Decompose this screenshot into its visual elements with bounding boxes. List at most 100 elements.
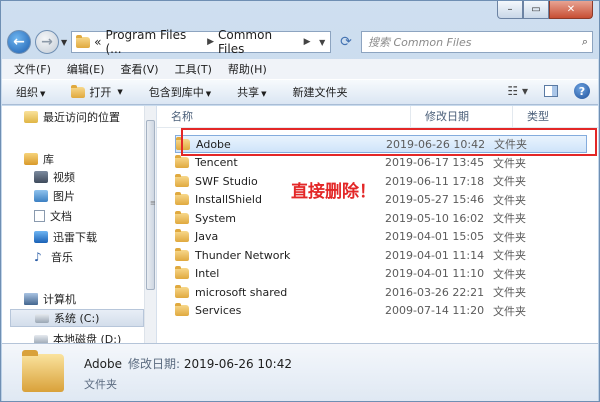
folder-icon: [175, 173, 189, 187]
open-folder-icon: [71, 84, 86, 98]
sidebar-item-label: 图片: [53, 190, 75, 203]
file-name: Tencent: [195, 156, 238, 169]
menu-help[interactable]: 帮助(H): [228, 61, 267, 77]
caption-buttons: – ▭ ✕: [497, 1, 593, 19]
address-bar[interactable]: « Program Files (... ▶ Common Files ▶ ▼: [71, 28, 331, 56]
folder-icon: [175, 210, 189, 224]
table-row[interactable]: InstallShield 2019-05-27 15:46 文件夹: [175, 191, 587, 209]
file-name-cell[interactable]: Intel: [175, 266, 385, 280]
details-type: 文件夹: [84, 377, 117, 391]
file-name: SWF Studio: [195, 174, 258, 188]
navigation-pane: 最近访问的位置 库 视频 图片 文档 迅雷下载 ♪ 音乐 计算机 系统 (C:)…: [2, 106, 157, 343]
folder-icon: [175, 192, 189, 205]
breadcrumb-common-files[interactable]: Common Files: [218, 28, 300, 56]
file-date-cell: 2009-07-14 11:20: [385, 304, 485, 317]
file-name-cell[interactable]: Adobe: [176, 136, 386, 151]
sidebar-item-label: 库: [43, 153, 54, 166]
include-label: 包含到库中: [148, 86, 204, 99]
explorer-window: – ▭ ✕ ← → ▼ « Program Files (... ▶ Commo…: [0, 0, 600, 402]
table-row[interactable]: Tencent 2019-06-17 13:45 文件夹: [175, 154, 587, 172]
search-icon[interactable]: ⌕: [582, 35, 588, 49]
details-name: Adobe: [84, 356, 122, 371]
folder-icon: [175, 266, 189, 279]
navigation-row: ← → ▼ « Program Files (... ▶ Common File…: [7, 27, 593, 57]
breadcrumb-program-files[interactable]: Program Files (...: [106, 28, 204, 56]
sidebar-item-music[interactable]: ♪ 音乐: [34, 248, 144, 266]
file-name: System: [195, 211, 237, 225]
sidebar-item-label: 计算机: [43, 293, 76, 306]
file-type-cell: 文件夹: [493, 230, 526, 244]
share-button[interactable]: 共享 ▼: [237, 84, 266, 100]
file-name-cell[interactable]: Services: [175, 303, 385, 317]
sidebar-item-library[interactable]: 库: [24, 150, 144, 168]
close-button[interactable]: ✕: [549, 1, 593, 19]
refresh-button[interactable]: ⟳: [335, 31, 357, 53]
chevron-right-icon[interactable]: ▶: [304, 37, 311, 47]
file-date-cell: 2019-04-01 11:10: [385, 267, 485, 280]
recent-places-icon: [24, 111, 38, 123]
table-row[interactable]: microsoft shared 2016-03-26 22:21 文件夹: [175, 283, 587, 301]
sidebar-item-system-c[interactable]: 系统 (C:): [10, 309, 144, 327]
column-name[interactable]: 名称: [157, 106, 411, 128]
table-row[interactable]: Thunder Network 2019-04-01 11:14 文件夹: [175, 246, 587, 264]
sidebar-item-computer[interactable]: 计算机: [24, 290, 144, 308]
menu-edit[interactable]: 编辑(E): [67, 61, 105, 77]
file-name: Services: [195, 304, 242, 317]
chevron-down-icon: ▼: [261, 90, 267, 98]
menu-view[interactable]: 查看(V): [120, 61, 158, 77]
table-row[interactable]: Java 2019-04-01 15:05 文件夹: [175, 228, 587, 246]
menu-file[interactable]: 文件(F): [14, 61, 51, 77]
table-row[interactable]: SWF Studio 2019-06-11 17:18 文件夹: [175, 172, 587, 190]
column-date-modified[interactable]: 修改日期: [411, 106, 513, 128]
search-input[interactable]: 搜索 Common Files ⌕: [361, 31, 593, 53]
recent-pages-dropdown[interactable]: ▼: [61, 38, 67, 47]
chevron-right-icon[interactable]: ▶: [207, 37, 214, 47]
forward-button[interactable]: →: [35, 30, 59, 54]
scrollbar-thumb[interactable]: ≡: [146, 120, 156, 290]
menu-tools[interactable]: 工具(T): [175, 61, 212, 77]
address-prefix[interactable]: «: [94, 35, 101, 49]
folder-icon: [175, 155, 189, 168]
new-folder-button[interactable]: 新建文件夹: [293, 84, 348, 100]
sidebar-item-label: 本地磁盘 (D:): [53, 333, 122, 343]
sidebar-item-label: 文档: [50, 210, 72, 223]
organize-button[interactable]: 组织 ▼: [16, 84, 45, 100]
address-dropdown-icon[interactable]: ▼: [315, 38, 331, 47]
table-row[interactable]: Intel 2019-04-01 11:10 文件夹: [175, 265, 587, 283]
navigation-scrollbar[interactable]: ≡: [144, 106, 156, 343]
sidebar-item-pictures[interactable]: 图片: [34, 187, 144, 205]
file-name-cell[interactable]: System: [175, 210, 385, 225]
sidebar-item-local-disk-d[interactable]: 本地磁盘 (D:): [34, 330, 144, 343]
table-row[interactable]: System 2019-05-10 16:02 文件夹: [175, 209, 587, 227]
file-type-cell: 文件夹: [493, 304, 526, 318]
view-options-icon[interactable]: ☷ ▾: [507, 84, 528, 98]
annotation-text: 直接删除！: [291, 182, 376, 202]
back-button[interactable]: ←: [7, 30, 31, 54]
open-button[interactable]: 打开 ▼: [71, 84, 123, 100]
table-row[interactable]: Services 2009-07-14 11:20 文件夹: [175, 302, 587, 320]
sidebar-item-videos[interactable]: 视频: [34, 168, 144, 186]
file-name: microsoft shared: [195, 285, 288, 299]
sidebar-item-thunder-download[interactable]: 迅雷下载: [34, 228, 144, 246]
table-row[interactable]: Adobe 2019-06-26 10:42 文件夹: [175, 135, 587, 153]
sidebar-item-documents[interactable]: 文档: [34, 207, 144, 225]
open-label: 打开: [89, 86, 112, 99]
file-list-pane: 名称 修改日期 类型 Adobe 2019-06-26 10:42 文件夹 Tence…: [157, 106, 598, 343]
maximize-button[interactable]: ▭: [523, 1, 549, 19]
include-in-library-button[interactable]: 包含到库中 ▼: [149, 84, 211, 100]
chevron-down-icon: ▼: [205, 90, 212, 98]
file-type-cell: 文件夹: [494, 138, 527, 151]
file-name-cell[interactable]: Thunder Network: [175, 247, 385, 262]
column-type[interactable]: 类型: [513, 106, 593, 128]
minimize-button[interactable]: –: [497, 1, 523, 19]
folder-icon: [175, 247, 189, 261]
file-name-cell[interactable]: Java: [175, 229, 385, 243]
file-name-cell[interactable]: microsoft shared: [175, 284, 385, 299]
details-text: Adobe 修改日期: 2019-06-26 10:42 文件夹: [84, 355, 292, 392]
file-name-cell[interactable]: Tencent: [175, 155, 385, 169]
preview-pane-icon[interactable]: [544, 85, 558, 97]
forward-arrow-icon: →: [41, 34, 53, 50]
help-icon[interactable]: ?: [574, 83, 590, 99]
chevron-down-icon: ▼: [117, 88, 123, 96]
sidebar-item-recent-places[interactable]: 最近访问的位置: [24, 108, 144, 126]
